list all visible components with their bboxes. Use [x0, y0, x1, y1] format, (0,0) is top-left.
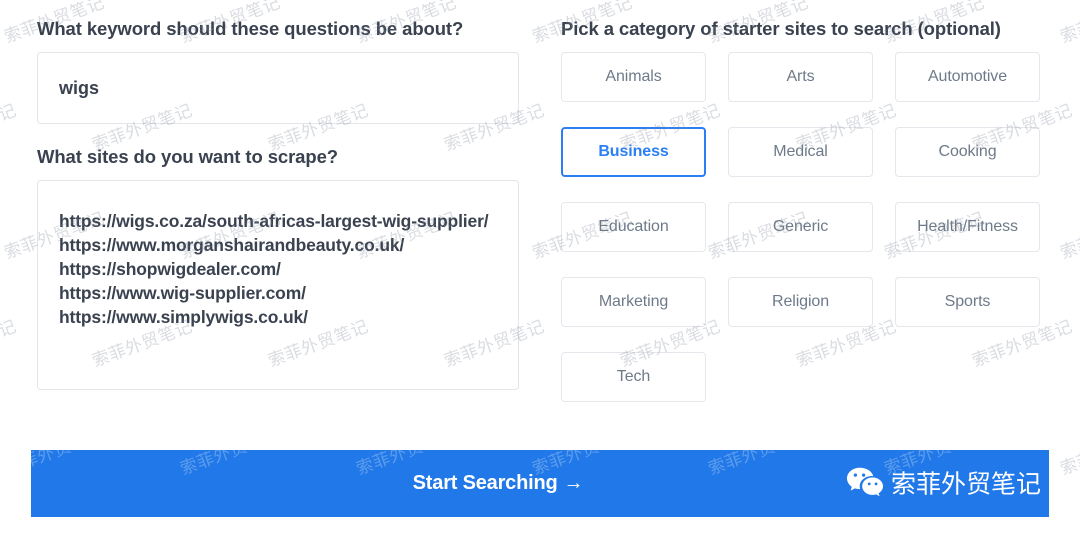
list-item: https://wigs.co.za/south-africas-largest… — [59, 211, 489, 232]
category-grid: Animals Arts Automotive Business Medical… — [561, 52, 1043, 403]
list-item: https://shopwigdealer.com/ — [59, 259, 281, 280]
arrow-right-icon: → — [563, 472, 584, 494]
left-column: What keyword should these questions be a… — [37, 18, 519, 391]
keyword-input[interactable]: wigs — [37, 52, 519, 125]
category-button-marketing[interactable]: Marketing — [561, 277, 706, 328]
wechat-branding: 索菲外贸笔记 — [846, 466, 1041, 501]
category-label: Pick a category of starter sites to sear… — [561, 18, 1001, 39]
scraper-setup-page: What keyword should these questions be a… — [0, 0, 1080, 537]
list-item: https://www.morganshairandbeauty.co.uk/ — [59, 235, 405, 256]
right-column: Pick a category of starter sites to sear… — [561, 18, 1043, 403]
keyword-label: What keyword should these questions be a… — [37, 18, 464, 39]
list-item: https://www.simplywigs.co.uk/ — [59, 307, 308, 328]
category-button-medical[interactable]: Medical — [728, 127, 873, 178]
category-button-sports[interactable]: Sports — [895, 277, 1040, 328]
category-button-automotive[interactable]: Automotive — [895, 52, 1040, 103]
category-button-education[interactable]: Education — [561, 202, 706, 253]
wechat-account-name: 索菲外贸笔记 — [890, 469, 1041, 498]
wechat-icon — [846, 466, 884, 501]
sites-label: What sites do you want to scrape? — [37, 146, 338, 168]
category-button-cooking[interactable]: Cooking — [895, 127, 1040, 178]
category-button-business[interactable]: Business — [561, 127, 706, 178]
list-item: https://www.wig-supplier.com/ — [59, 283, 306, 304]
start-searching-label: Start Searching — [412, 472, 558, 494]
category-button-health-fitness[interactable]: Health/Fitness — [895, 202, 1040, 253]
category-button-generic[interactable]: Generic — [728, 202, 873, 253]
category-button-tech[interactable]: Tech — [561, 352, 706, 403]
category-button-arts[interactable]: Arts — [728, 52, 873, 103]
action-bar: Start Searching → 索菲外贸笔记 — [31, 450, 1049, 517]
sites-textarea[interactable]: https://wigs.co.za/south-africas-largest… — [37, 180, 519, 391]
category-button-animals[interactable]: Animals — [561, 52, 706, 103]
category-button-religion[interactable]: Religion — [728, 277, 873, 328]
